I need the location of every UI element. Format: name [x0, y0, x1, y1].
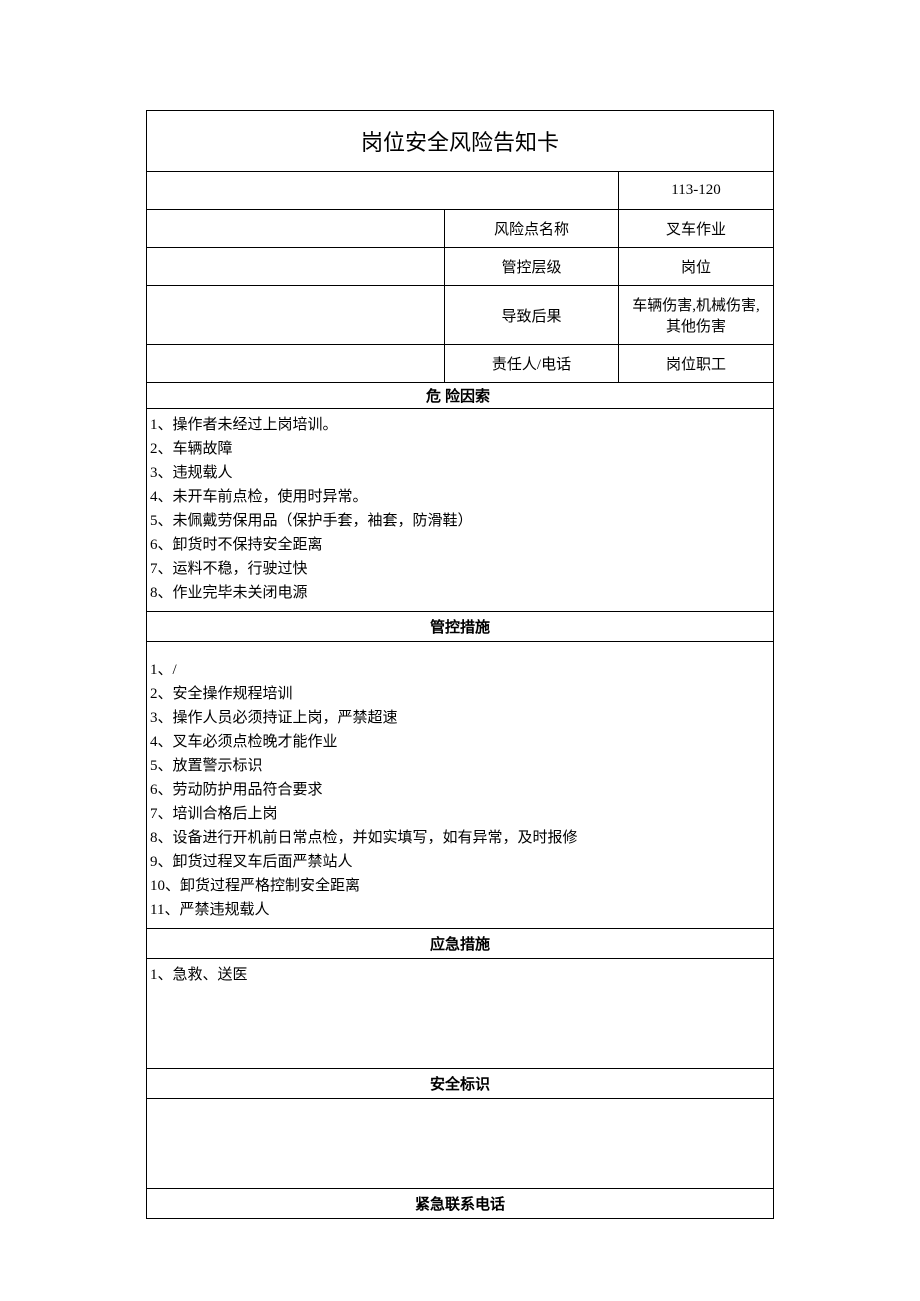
control-section-header: 管控措施	[147, 612, 773, 642]
hazard-header-left: 危	[147, 383, 445, 408]
risk-name-value: 叉车作业	[619, 210, 773, 247]
list-item: 2、安全操作规程培训	[150, 682, 770, 706]
responsible-value: 岗位职工	[619, 345, 773, 382]
hazard-list: 1、操作者未经过上岗培训。2、车辆故障3、违规载人4、未开车前点检，使用时异常。…	[147, 409, 773, 612]
list-item: 3、操作人员必须持证上岗，严禁超速	[150, 706, 770, 730]
contact-section-header: 紧急联系电话	[147, 1189, 773, 1218]
level-label: 管控层级	[445, 248, 619, 285]
emergency-section-header: 应急措施	[147, 929, 773, 959]
card-code: 113-120	[619, 172, 773, 209]
consequence-value: 车辆伤害,机械伤害,其他伤害	[619, 286, 773, 344]
list-item: 9、卸货过程叉车后面严禁站人	[150, 850, 770, 874]
list-item: 4、叉车必须点检晚才能作业	[150, 730, 770, 754]
list-item: 4、未开车前点检，使用时异常。	[150, 485, 770, 509]
list-item: 1、操作者未经过上岗培训。	[150, 413, 770, 437]
responsible-label: 责任人/电话	[445, 345, 619, 382]
sign-section-header: 安全标识	[147, 1069, 773, 1099]
risk-name-label: 风险点名称	[445, 210, 619, 247]
risk-notice-card: 岗位安全风险告知卡 113-120 风险点名称 叉车作业 管控层级 岗位 导致后…	[146, 110, 774, 1219]
list-item: 1、/	[150, 658, 770, 682]
list-item: 5、放置警示标识	[150, 754, 770, 778]
list-item: 8、设备进行开机前日常点检，并如实填写，如有异常，及时报修	[150, 826, 770, 850]
list-item: 6、卸货时不保持安全距离	[150, 533, 770, 557]
list-item: 6、劳动防护用品符合要求	[150, 778, 770, 802]
list-item: 1、急救、送医	[150, 963, 770, 987]
level-value: 岗位	[619, 248, 773, 285]
meta-row-2: 管控层级 岗位	[147, 248, 773, 286]
list-item: 11、严禁违规载人	[150, 898, 770, 922]
list-item: 3、违规载人	[150, 461, 770, 485]
list-item: 7、运料不稳，行驶过快	[150, 557, 770, 581]
emergency-list: 1、急救、送医	[147, 959, 773, 1069]
hazard-header-right: 险因索	[445, 383, 773, 408]
code-row-spacer	[147, 172, 619, 209]
meta-row-3: 导致后果 车辆伤害,机械伤害,其他伤害	[147, 286, 773, 345]
list-item: 8、作业完毕未关闭电源	[150, 581, 770, 605]
card-title: 岗位安全风险告知卡	[147, 111, 773, 172]
code-row: 113-120	[147, 172, 773, 210]
consequence-label: 导致后果	[445, 286, 619, 344]
list-item: 2、车辆故障	[150, 437, 770, 461]
list-item: 7、培训合格后上岗	[150, 802, 770, 826]
list-item: 5、未佩戴劳保用品（保护手套，袖套，防滑鞋）	[150, 509, 770, 533]
list-item: 10、卸货过程严格控制安全距离	[150, 874, 770, 898]
sign-body	[147, 1099, 773, 1189]
meta-row-4: 责任人/电话 岗位职工	[147, 345, 773, 383]
meta-image-area	[147, 210, 445, 247]
hazard-section-header: 危 险因索	[147, 383, 773, 409]
control-list: 1、/2、安全操作规程培训3、操作人员必须持证上岗，严禁超速4、叉车必须点检晚才…	[147, 642, 773, 929]
meta-row-1: 风险点名称 叉车作业	[147, 210, 773, 248]
